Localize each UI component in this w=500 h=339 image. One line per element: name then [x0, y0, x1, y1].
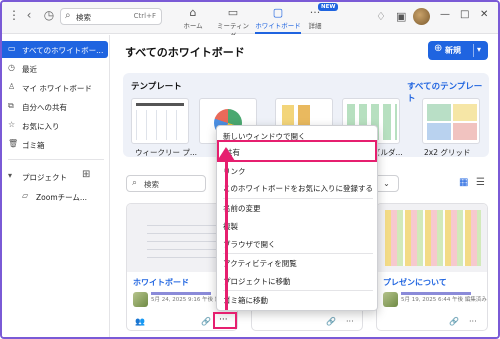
app-window: ⋮ ‹ ◷ ⌕ 検索 Ctrl+F ⌂ ホーム ▭ ミーティング ▢ ホワイトボ… — [0, 0, 500, 339]
search-input[interactable]: ⌕ 検索 Ctrl+F — [60, 8, 162, 25]
home-icon: ⌂ — [189, 6, 197, 19]
avatar — [133, 292, 148, 307]
new-badge: NEW — [318, 3, 339, 11]
divider — [8, 159, 104, 160]
menu-item-view-activity[interactable]: アクティビティを閲覧 — [217, 254, 377, 272]
video-camera-icon: ▭ — [227, 6, 239, 19]
sidebar: ▭ すべてのホワイトボー... ◷ 最近 ♙ マイ ホワイトボード ⧉ 自分への… — [2, 35, 110, 337]
clock-icon: ◷ — [8, 63, 15, 72]
menu-item-rename[interactable]: 名前の変更 — [217, 199, 377, 217]
menu-item-move-to-trash[interactable]: ゴミ箱に移動 — [217, 291, 377, 309]
history-icon[interactable]: ◷ — [42, 8, 56, 22]
tab-meeting[interactable]: ▭ ミーティング — [214, 2, 252, 40]
menu-item-open-browser[interactable]: ブラウザで開く — [217, 235, 377, 253]
back-icon[interactable]: ‹ — [22, 8, 36, 22]
minimize-icon[interactable]: — — [440, 9, 450, 20]
new-button[interactable]: ⊕ 新規 ▾ — [428, 41, 488, 60]
search-icon: ⌕ — [65, 10, 71, 21]
board-card[interactable]: プレゼンについて 5月 19, 2025 6:44 午後 編集済み 🔗 ··· — [376, 203, 488, 331]
tab-whiteboard[interactable]: ▢ ホワイトボード — [255, 2, 301, 34]
avatar[interactable] — [413, 8, 430, 25]
link-icon[interactable]: 🔗 — [449, 317, 459, 326]
close-icon[interactable]: ✕ — [480, 9, 488, 20]
context-menu: 新しいウィンドウで開く 共有 リンク このホワイトボードをお気に入りに登録する … — [216, 125, 378, 311]
page-title: すべてのホワイトボード — [125, 46, 245, 59]
folder-icon: ▱ — [22, 191, 29, 200]
templates-title: テンプレート — [131, 82, 182, 92]
plus-icon: ⊕ — [434, 43, 443, 54]
link-icon[interactable]: 🔗 — [201, 317, 211, 326]
sidebar-item-favorites[interactable]: ☆ お気に入り — [2, 117, 108, 134]
annotation-arrow-head — [217, 147, 235, 161]
whiteboard-icon: ▢ — [272, 6, 284, 19]
board-thumbnail — [377, 204, 487, 272]
menu-item-duplicate[interactable]: 複製 — [217, 217, 377, 235]
menu-item-move-to-project[interactable]: プロジェクトに移動 — [217, 272, 377, 290]
sidebar-item-trash[interactable]: 🗑 ゴミ箱 — [2, 136, 108, 153]
more-menu-icon[interactable]: ⋮ — [8, 8, 20, 22]
share-icon: ⧉ — [8, 101, 14, 110]
bell-icon[interactable]: ♢ — [376, 10, 386, 23]
grid-view-icon[interactable]: ▦ — [459, 177, 468, 188]
more-options-highlight[interactable]: ··· — [213, 312, 237, 329]
menu-item-share[interactable]: 共有 — [217, 140, 377, 162]
collaborators-icon: 👥 — [135, 317, 145, 326]
menu-item-add-favorite[interactable]: このホワイトボードをお気に入りに登録する — [217, 179, 377, 197]
annotation-arrow — [225, 158, 228, 310]
more-options-icon[interactable]: ··· — [346, 317, 354, 326]
list-view-icon[interactable]: ☰ — [476, 177, 485, 188]
trash-icon: 🗑 — [8, 139, 19, 148]
star-icon: ☆ — [8, 120, 16, 129]
more-options-icon[interactable]: ··· — [469, 317, 477, 326]
person-icon: ♙ — [8, 82, 16, 91]
sidebar-item-shared-with-me[interactable]: ⧉ 自分への共有 — [2, 98, 108, 115]
more-options-icon[interactable]: ··· — [219, 315, 228, 325]
menu-item-link[interactable]: リンク — [217, 162, 377, 180]
maximize-icon[interactable]: □ — [460, 9, 469, 20]
avatar — [383, 292, 398, 307]
chevron-down-icon[interactable]: ▾ — [477, 45, 481, 54]
add-project-icon[interactable]: ⊞ — [82, 169, 90, 180]
caret-down-icon: ▾ — [8, 171, 13, 180]
sidebar-item-project[interactable]: ▱ Zoomチーム... — [2, 188, 108, 205]
sidebar-item-my-whiteboards[interactable]: ♙ マイ ホワイトボード — [2, 79, 108, 96]
filter-search-input[interactable]: ⌕ 検索 — [126, 175, 206, 192]
sidebar-projects-header[interactable]: ▾ プロジェクト ⊞ — [2, 168, 108, 185]
sidebar-item-recent[interactable]: ◷ 最近 — [2, 60, 108, 77]
link-icon[interactable]: 🔗 — [326, 317, 336, 326]
tab-home[interactable]: ⌂ ホーム — [178, 2, 208, 34]
search-icon: ⌕ — [132, 178, 138, 188]
calendar-icon[interactable]: ▣ — [396, 10, 406, 23]
template-card[interactable] — [422, 98, 480, 144]
top-bar: ⋮ ‹ ◷ ⌕ 検索 Ctrl+F ⌂ ホーム ▭ ミーティング ▢ ホワイトボ… — [2, 2, 498, 40]
sidebar-item-all-whiteboards[interactable]: ▭ すべてのホワイトボー... — [2, 41, 108, 58]
whiteboard-icon: ▭ — [8, 44, 16, 53]
template-card[interactable] — [131, 98, 189, 144]
